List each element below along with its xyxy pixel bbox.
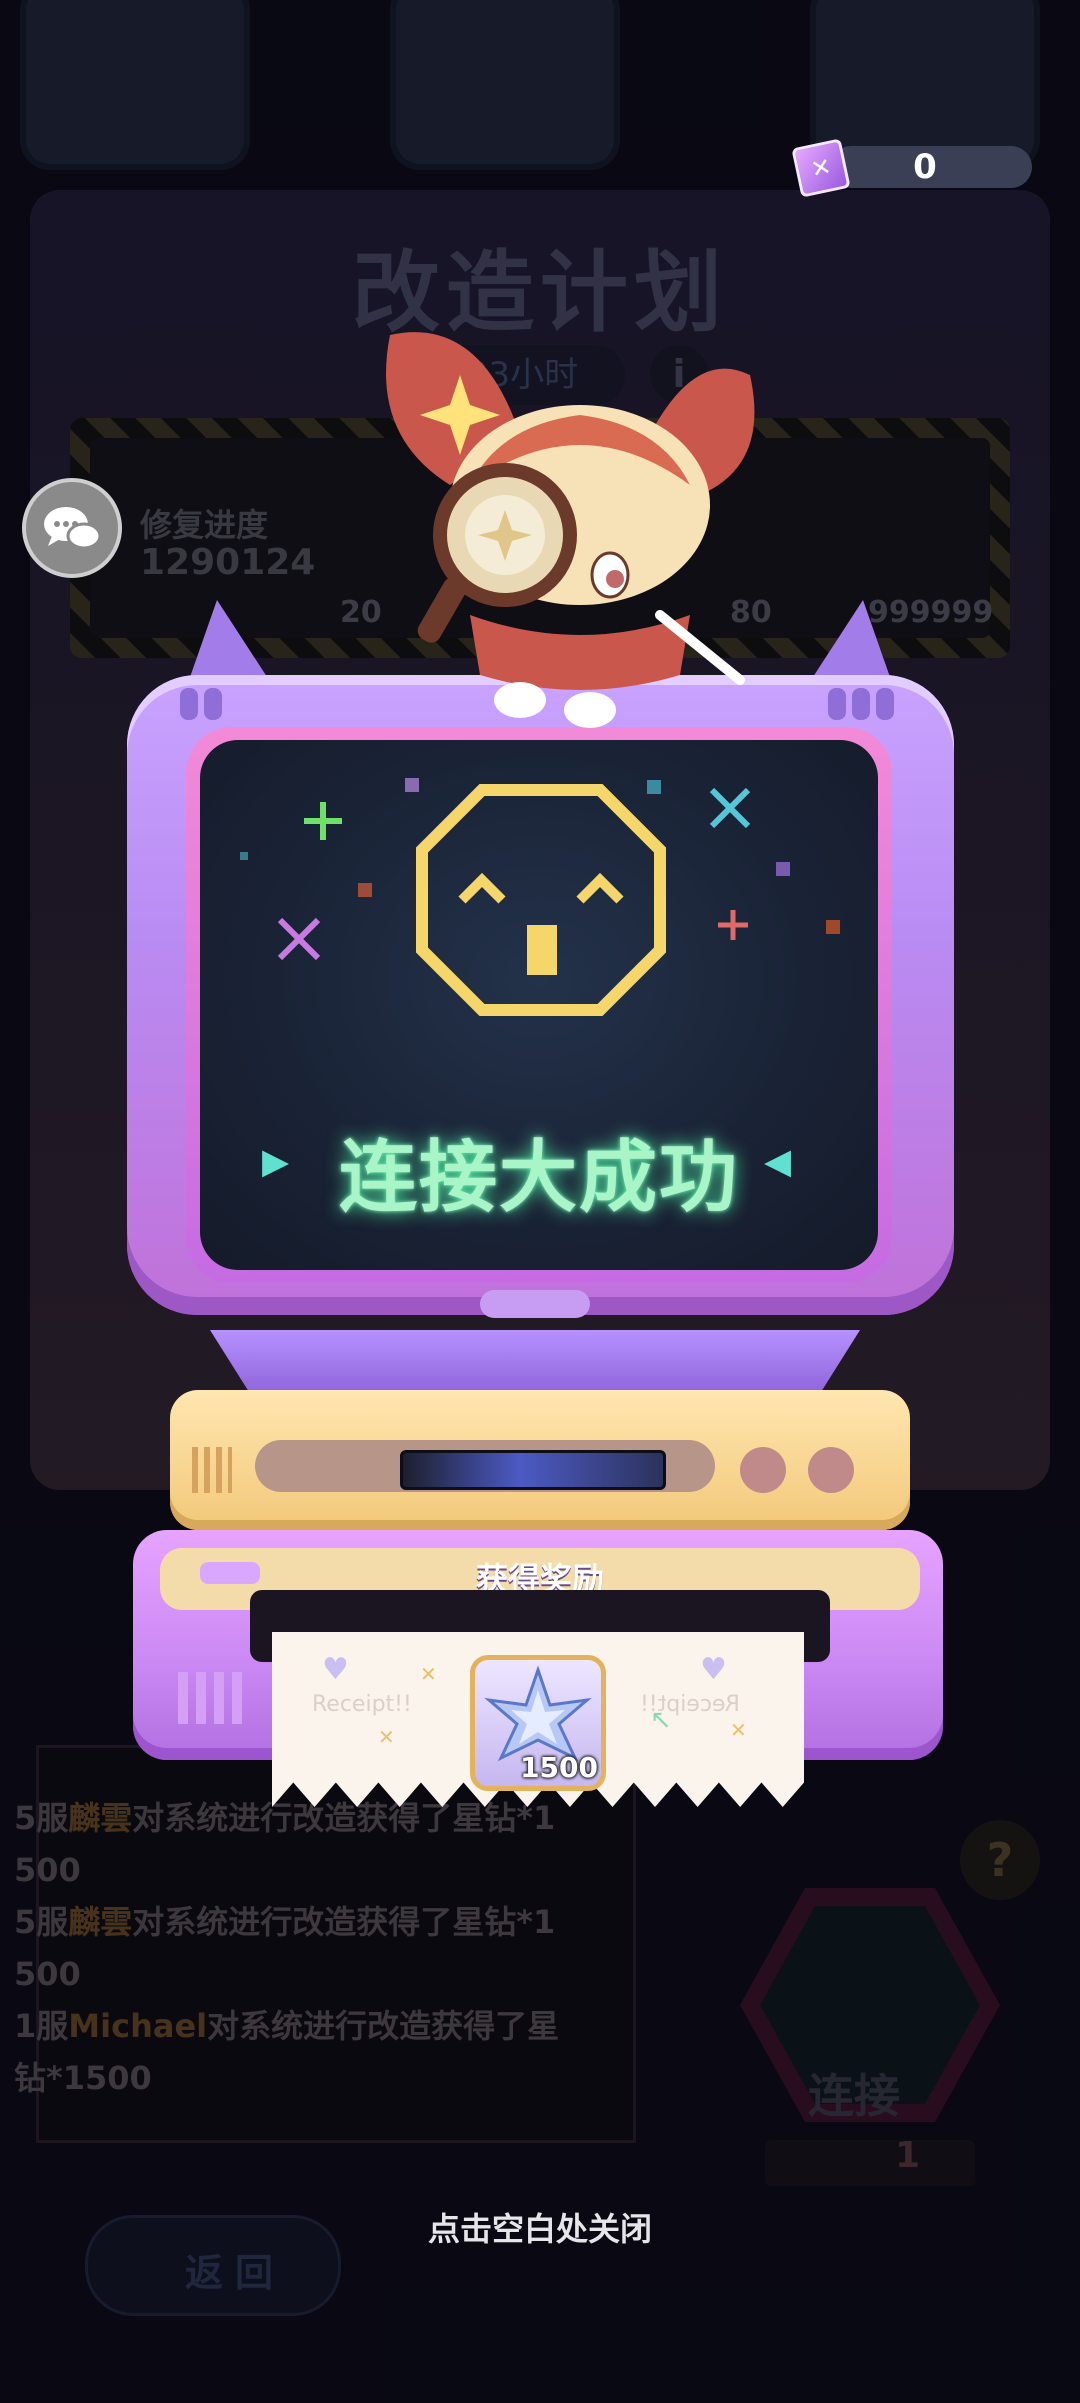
currency-value: 0 [913,147,937,187]
drive-button [740,1447,786,1493]
drive-button [808,1447,854,1493]
chat-bubble-icon [44,507,102,550]
monitor-neck [210,1330,860,1392]
printer-grill [178,1672,248,1724]
connect-result-text: 连接大成功 [338,1133,739,1223]
heart-icon: ♥ [322,1652,349,1687]
heart-icon: ♥ [700,1652,727,1687]
arrow-icon: ↖ [650,1705,672,1735]
vent [180,688,198,720]
sparkle-icon: ✕ [378,1725,395,1749]
reward-count: 1500 [520,1751,598,1784]
close-hint[interactable]: 点击空白处关闭 [0,2204,1080,2250]
vent [204,688,222,720]
vent [852,688,870,720]
vent [876,688,894,720]
sparkle-icon: ✕ [730,1718,747,1742]
drive-grill [192,1447,232,1493]
printer-tab [200,1562,260,1584]
monitor-chin [480,1290,590,1318]
vent [828,688,846,720]
drive-bar [400,1450,666,1490]
sparkle-icon: ✕ [420,1662,437,1686]
fox-mascot-icon [386,332,755,728]
receipt-watermark: Receipt!! [312,1692,412,1717]
chat-button[interactable] [22,478,122,578]
